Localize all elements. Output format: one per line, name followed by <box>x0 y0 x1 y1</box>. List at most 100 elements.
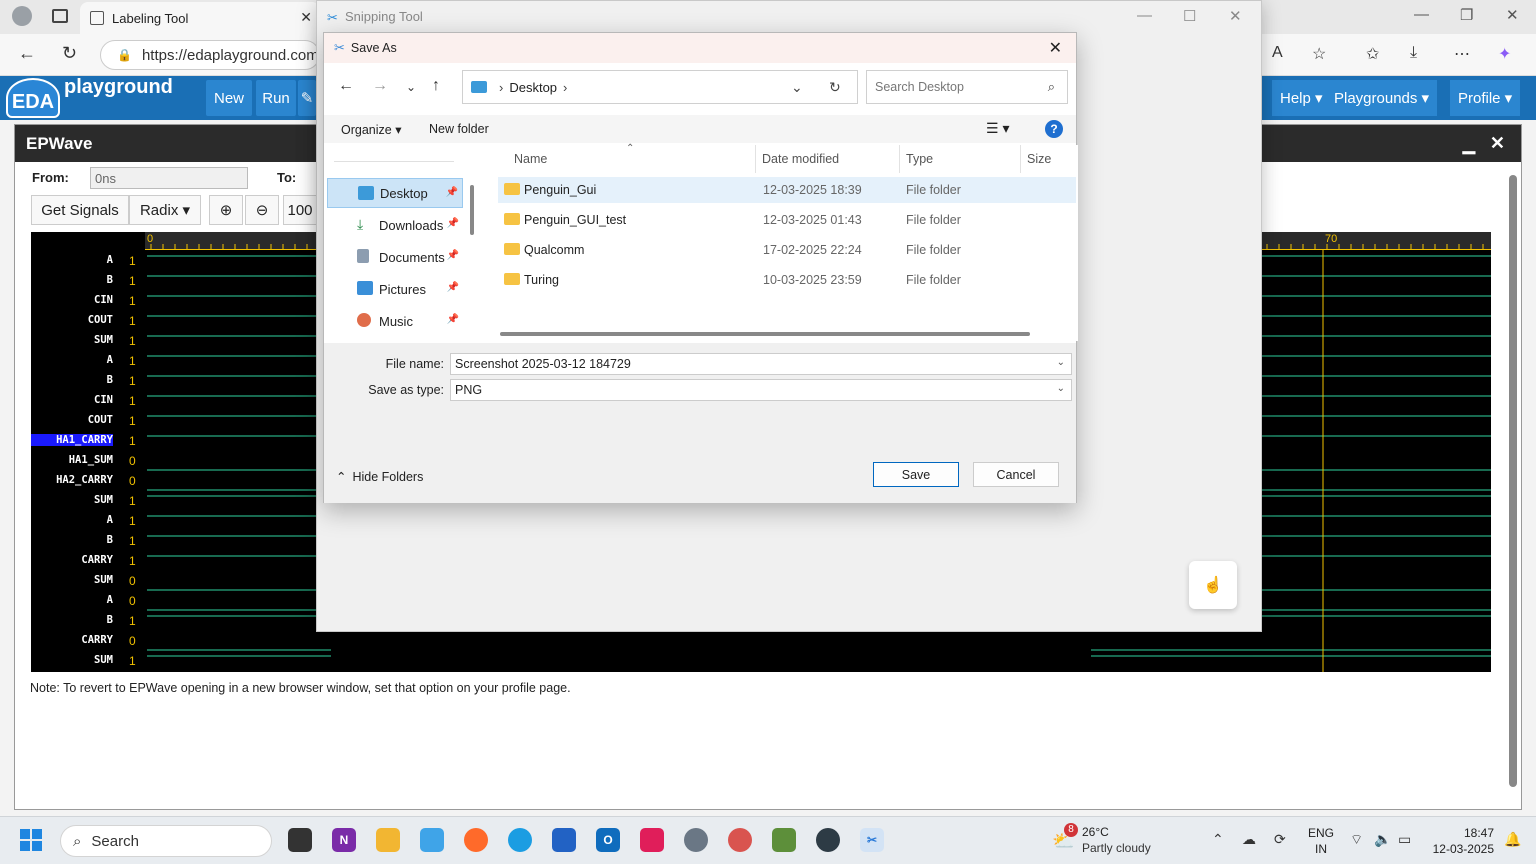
favorites-icon[interactable]: ✩ <box>1366 44 1379 64</box>
help-button[interactable]: Help ▾ <box>1272 80 1331 116</box>
signal-name[interactable]: B <box>31 534 113 546</box>
signal-name[interactable]: HA1_SUM <box>31 454 113 466</box>
taskbar-search[interactable]: ⌕ Search <box>60 825 272 857</box>
chatgpt-icon[interactable] <box>816 828 840 852</box>
nav-item-music[interactable]: Music 📌 <box>327 306 463 336</box>
horizontal-scrollbar[interactable] <box>500 332 1030 336</box>
sync-icon[interactable]: ⟳ <box>1274 831 1286 848</box>
path-folder[interactable]: Desktop <box>509 80 557 95</box>
minimize-icon[interactable]: — <box>1137 7 1152 24</box>
signal-name[interactable]: COUT <box>31 314 113 326</box>
view-options-icon[interactable]: ☰ ▾ <box>986 120 1009 137</box>
save-button[interactable]: Save <box>873 462 959 487</box>
close-icon[interactable]: ✕ <box>1490 133 1505 154</box>
nav-item-downloads[interactable]: ⤓ Downloads 📌 <box>327 210 463 240</box>
chevron-down-icon[interactable]: ⌄ <box>1057 383 1065 394</box>
signal-name[interactable]: B <box>31 614 113 626</box>
copilot-icon[interactable]: ✦ <box>1498 44 1511 64</box>
back-icon[interactable]: ← <box>18 43 36 64</box>
file-row[interactable]: Penguin_Gui 12-03-2025 18:39 File folder <box>498 177 1076 203</box>
cloud-icon[interactable]: ☁ <box>1242 831 1256 848</box>
help-icon[interactable]: ? <box>1045 120 1063 138</box>
tab-labeling-tool[interactable]: Labeling Tool ✕ <box>80 2 320 34</box>
chevron-up-icon[interactable]: ⌃ <box>1212 831 1224 848</box>
task-view-icon[interactable] <box>288 828 312 852</box>
file-row[interactable]: Penguin_GUI_test 12-03-2025 01:43 File f… <box>498 207 1076 233</box>
url-field[interactable]: 🔒 https://edaplayground.com <box>100 40 320 70</box>
vertical-scrollbar[interactable] <box>1509 175 1517 787</box>
app-icon[interactable] <box>772 828 796 852</box>
file-row[interactable]: Qualcomm 17-02-2025 22:24 File folder <box>498 237 1076 263</box>
onenote-icon[interactable]: N <box>332 828 356 852</box>
snipping-tool-icon[interactable]: ✂ <box>860 828 884 852</box>
signal-name[interactable]: A <box>31 514 113 526</box>
nav-item-pictures[interactable]: Pictures 📌 <box>327 274 463 304</box>
signal-name[interactable]: SUM <box>31 494 113 506</box>
cancel-button[interactable]: Cancel <box>973 462 1059 487</box>
signal-name[interactable]: A <box>31 254 113 266</box>
notification-icon[interactable]: 🔔 <box>1504 831 1521 848</box>
get-signals-button[interactable]: Get Signals <box>31 195 129 225</box>
nav-item-documents[interactable]: Documents 📌 <box>327 242 463 272</box>
run-button[interactable]: Run <box>256 80 296 116</box>
maximize-icon[interactable]: ☐ <box>1183 7 1196 25</box>
eda-logo[interactable]: EDA <box>6 78 60 118</box>
close-icon[interactable]: ✕ <box>1049 38 1062 58</box>
nav-scrollbar[interactable] <box>470 185 474 235</box>
playgrounds-button[interactable]: Playgrounds ▾ <box>1326 80 1438 116</box>
battery-icon[interactable]: ▭ <box>1398 831 1411 848</box>
signal-name[interactable]: SUM <box>31 574 113 586</box>
hide-folders-button[interactable]: ⌃ Hide Folders <box>336 469 423 484</box>
chevron-right-icon[interactable]: › <box>563 80 567 95</box>
store-icon[interactable] <box>552 828 576 852</box>
signal-name[interactable]: CIN <box>31 294 113 306</box>
col-date[interactable]: Date modified <box>762 152 839 166</box>
organize-button[interactable]: Organize ▾ <box>341 122 401 137</box>
wifi-icon[interactable]: ⌔ <box>1350 831 1363 849</box>
path-dropdown-icon[interactable]: ⌄ <box>791 79 803 96</box>
settings-more-icon[interactable]: ⋯ <box>1454 44 1470 64</box>
signal-name[interactable]: A <box>31 354 113 366</box>
edit-icon[interactable]: ✎ <box>298 80 316 116</box>
edge-icon[interactable] <box>508 828 532 852</box>
signal-name[interactable]: HA1_CARRY <box>31 434 113 446</box>
restore-icon[interactable]: ❐ <box>1460 6 1473 24</box>
zoom-in-icon[interactable]: ⊕ <box>209 195 243 225</box>
save-type-select[interactable]: PNG ⌄ <box>450 379 1072 401</box>
zoom-out-icon[interactable]: ⊖ <box>245 195 279 225</box>
refresh-icon[interactable]: ↻ <box>829 79 841 96</box>
back-icon[interactable]: ← <box>338 77 354 95</box>
signal-name[interactable]: HA2_CARRY <box>31 474 113 486</box>
signal-name[interactable]: CIN <box>31 394 113 406</box>
read-aloud-icon[interactable]: A <box>1272 44 1283 62</box>
tab-close-icon[interactable]: ✕ <box>300 9 312 26</box>
up-icon[interactable]: ↑ <box>432 77 440 95</box>
downloads-icon[interactable]: ⤓ <box>1410 44 1417 62</box>
close-icon[interactable]: ✕ <box>1506 6 1519 24</box>
close-icon[interactable]: ✕ <box>1229 7 1242 25</box>
outlook-icon[interactable]: O <box>596 828 620 852</box>
signal-name[interactable]: COUT <box>31 414 113 426</box>
app-icon[interactable] <box>728 828 752 852</box>
refresh-icon[interactable]: ↻ <box>62 43 77 64</box>
zoom-level[interactable]: 100 <box>283 195 317 225</box>
signal-name[interactable]: SUM <box>31 654 113 666</box>
firefox-icon[interactable] <box>464 828 488 852</box>
nav-item-desktop[interactable]: Desktop 📌 <box>327 178 463 208</box>
file-explorer-icon[interactable] <box>376 828 400 852</box>
chevron-down-icon[interactable]: ⌄ <box>1057 357 1065 368</box>
file-name-input[interactable]: Screenshot 2025-03-12 184729 ⌄ <box>450 353 1072 375</box>
slack-icon[interactable] <box>640 828 664 852</box>
copilot-app-icon[interactable] <box>420 828 444 852</box>
tab-actions-icon[interactable] <box>52 9 68 23</box>
forward-icon[interactable]: → <box>372 77 388 95</box>
recent-locations-icon[interactable]: ⌄ <box>406 80 416 94</box>
col-type[interactable]: Type <box>906 152 933 166</box>
minimize-icon[interactable]: ▁ <box>1463 135 1475 155</box>
signal-name[interactable]: CARRY <box>31 634 113 646</box>
from-input[interactable]: 0ns <box>90 167 248 189</box>
settings-icon[interactable] <box>684 828 708 852</box>
touch-write-icon[interactable]: ☝ <box>1189 561 1237 609</box>
signal-name[interactable]: SUM <box>31 334 113 346</box>
profile-icon[interactable] <box>12 6 32 26</box>
